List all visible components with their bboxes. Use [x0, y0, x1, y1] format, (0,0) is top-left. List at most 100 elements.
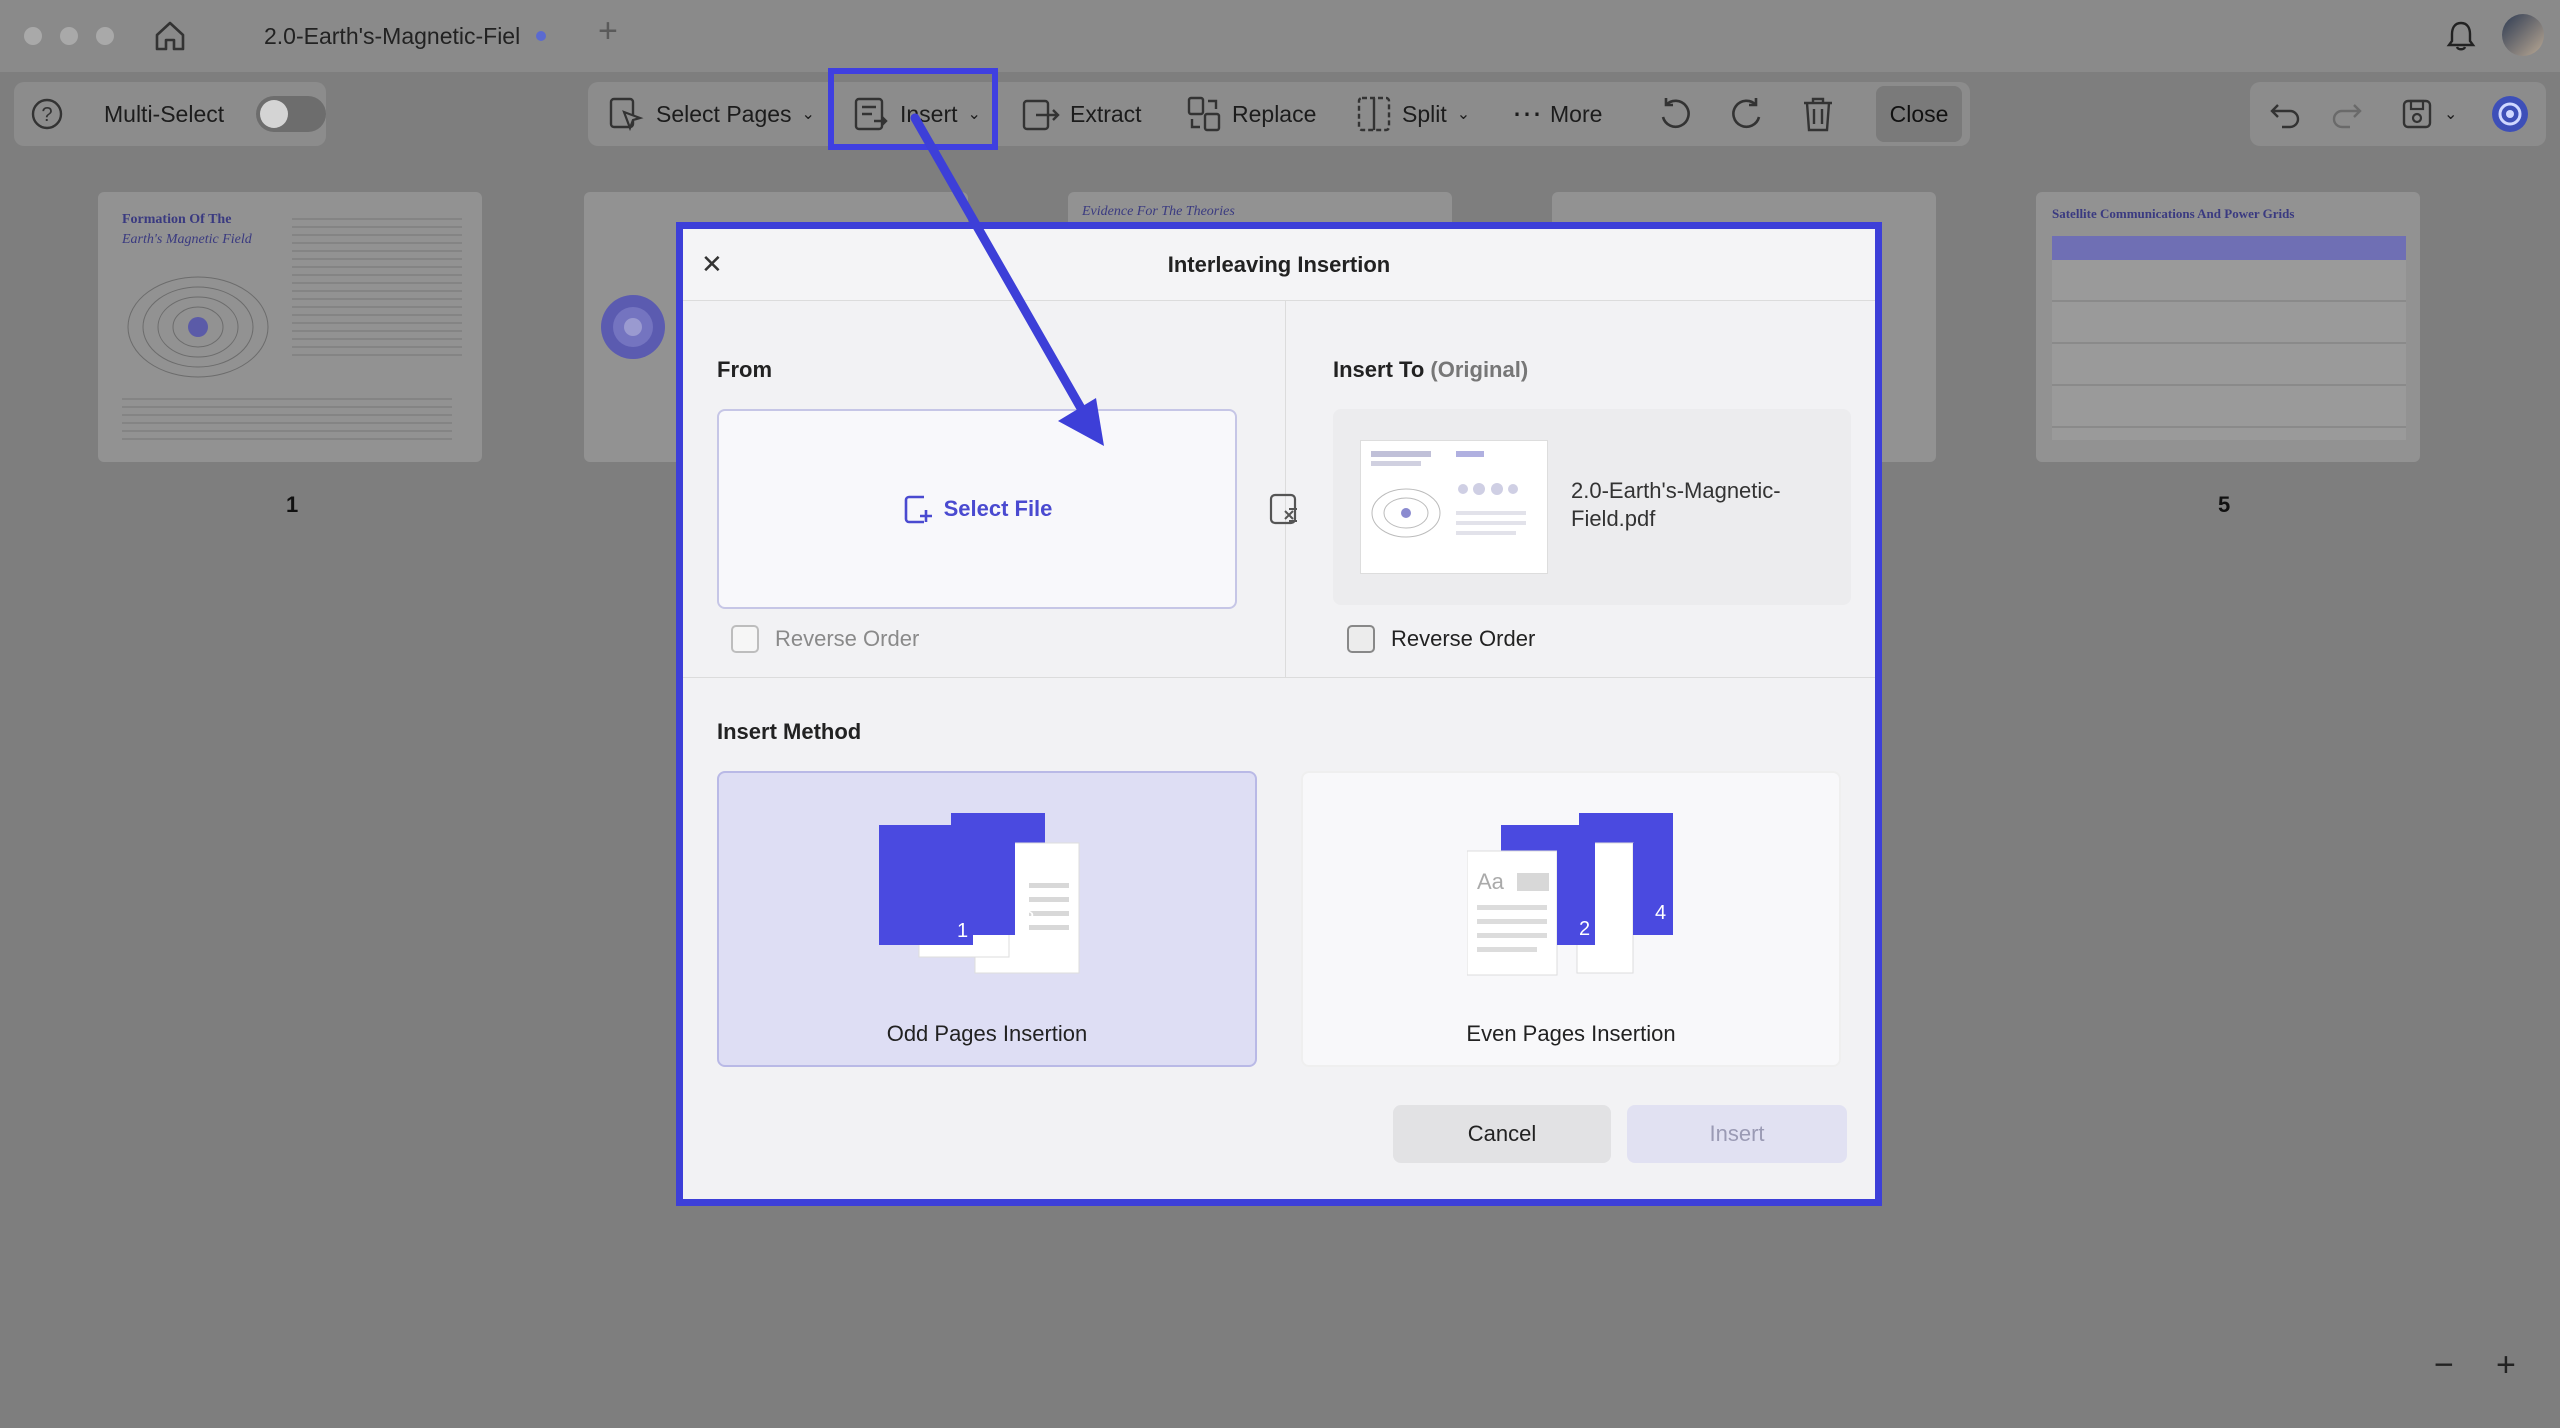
replace-label: Replace — [1232, 100, 1317, 127]
odd-pages-icon: 1 3 — [879, 813, 1080, 974]
reverse-order-right-checkbox[interactable]: Reverse Order — [1347, 625, 1535, 653]
document-tab-title: 2.0-Earth's-Magnetic-Fiel — [264, 22, 521, 49]
page-1-title: Formation Of The — [122, 212, 232, 227]
file-thumbnail — [1361, 441, 1547, 573]
select-pages-icon — [609, 97, 644, 132]
ai-assistant-button[interactable] — [2490, 82, 2530, 146]
from-label: From — [717, 357, 772, 382]
more-label: More — [1550, 100, 1603, 127]
redo-button[interactable] — [2330, 82, 2364, 146]
even-digit-2: 2 — [1579, 918, 1590, 940]
odd-pages-insertion-option[interactable]: 1 3 Odd Pages Insertion — [717, 771, 1257, 1067]
extract-button[interactable]: Extract — [1020, 82, 1142, 146]
split-icon — [1357, 96, 1391, 132]
insert-highlight-box — [828, 68, 998, 150]
page-5-title: Satellite Communications And Power Grids — [2052, 206, 2295, 221]
add-file-icon — [904, 495, 932, 524]
interleaving-insertion-dialog: Interleaving Insertion ✕ From Select Fil… — [676, 222, 1882, 1206]
even-pages-insertion-option[interactable]: Aa 2 4 Even Pages Insertion — [1301, 771, 1841, 1067]
avatar[interactable] — [2502, 14, 2544, 56]
replace-button[interactable]: Replace — [1186, 82, 1316, 146]
new-tab-button[interactable]: + — [598, 12, 618, 51]
target-file-card: 2.0-Earth's-Magnetic-Field.pdf — [1333, 409, 1851, 605]
cancel-button[interactable]: Cancel — [1393, 1105, 1611, 1163]
rotate-left-button[interactable] — [1656, 82, 1694, 146]
odd-pages-label: Odd Pages Insertion — [886, 1021, 1088, 1046]
page-thumbnail-5[interactable]: Satellite Communications And Power Grids — [2036, 192, 2420, 462]
rotate-right-button[interactable] — [1728, 82, 1766, 146]
extract-label: Extract — [1070, 100, 1142, 127]
split-label: Split — [1402, 100, 1447, 127]
home-icon[interactable] — [152, 18, 188, 54]
zoom-out-button[interactable]: − — [2434, 1346, 2454, 1385]
page-5-table-header — [2052, 236, 2406, 260]
checkbox-box[interactable] — [1347, 625, 1375, 653]
page-3-title: Evidence For The Theories — [1082, 204, 1235, 219]
zoom-window-button[interactable] — [96, 27, 114, 45]
delete-button[interactable] — [1800, 82, 1836, 146]
split-button[interactable]: Split ⌄ — [1356, 82, 1470, 146]
ellipsis-icon: ⋯ — [1512, 97, 1542, 131]
multi-select-toggle[interactable]: Multi-Select — [104, 82, 327, 146]
insert-to-note: (Original) — [1430, 357, 1529, 382]
multi-select-label: Multi-Select — [104, 100, 225, 127]
insert-confirm-button[interactable]: Insert — [1627, 1105, 1847, 1163]
section-divider — [683, 677, 1875, 678]
reverse-order-left-label: Reverse Order — [775, 626, 920, 651]
checkbox-box[interactable] — [731, 625, 759, 653]
select-file-label: Select File — [943, 496, 1053, 521]
file-preview-illustration — [1371, 451, 1526, 538]
page-1-text-block-bottom — [122, 392, 452, 442]
odd-digit-3: 3 — [1023, 902, 1034, 924]
replace-icon — [1187, 96, 1221, 132]
save-icon — [2402, 99, 2432, 129]
multi-select-switch[interactable] — [256, 96, 327, 132]
target-file-name: 2.0-Earth's-Magnetic-Field.pdf — [1571, 478, 1781, 531]
page-1-subtitle: Earth's Magnetic Field — [122, 232, 252, 247]
even-pages-icon: Aa 2 4 — [1467, 813, 1673, 976]
insert-method-label: Insert Method — [717, 719, 862, 744]
help-icon: ? — [31, 98, 63, 130]
ai-assistant-icon — [2492, 96, 2528, 132]
page-1-text-block — [292, 212, 462, 362]
close-dialog-icon[interactable]: ✕ — [701, 249, 723, 280]
chevron-down-icon: ⌄ — [801, 106, 815, 123]
unsaved-dot — [536, 31, 547, 41]
earth-layers-illustration — [601, 295, 665, 359]
select-pages-label: Select Pages — [656, 100, 792, 127]
undo-icon — [2270, 104, 2300, 129]
close-window-button[interactable] — [24, 27, 42, 45]
save-button[interactable]: ⌄ — [2400, 82, 2457, 146]
redo-icon — [2332, 104, 2362, 129]
reverse-order-left-checkbox[interactable]: Reverse Order — [731, 625, 919, 653]
even-digit-4: 4 — [1655, 902, 1666, 924]
rotate-right-icon — [1732, 98, 1761, 129]
column-divider — [1285, 301, 1286, 677]
page-number-1: 1 — [286, 492, 299, 517]
rotate-left-icon — [1661, 98, 1690, 129]
bell-icon[interactable] — [2443, 18, 2479, 54]
undo-button[interactable] — [2268, 82, 2302, 146]
even-pages-label: Even Pages Insertion — [1466, 1021, 1676, 1046]
svg-text:?: ? — [41, 104, 52, 126]
magnetic-field-illustration — [127, 276, 269, 378]
document-tab[interactable]: 2.0-Earth's-Magnetic-Fiel — [218, 10, 578, 62]
close-button[interactable]: Close — [1876, 86, 1962, 142]
more-button[interactable]: ⋯ More — [1512, 82, 1602, 146]
chevron-down-icon: ⌄ — [1456, 106, 1471, 123]
reverse-order-right-label: Reverse Order — [1391, 626, 1536, 651]
zoom-in-button[interactable]: + — [2496, 1346, 2516, 1385]
help-button[interactable]: ? — [30, 82, 64, 146]
dialog-title: Interleaving Insertion — [1167, 251, 1391, 277]
dialog-header: Interleaving Insertion — [683, 229, 1875, 301]
minimize-window-button[interactable] — [60, 27, 78, 45]
page-number-5: 5 — [2218, 492, 2231, 517]
title-bar: 2.0-Earth's-Magnetic-Fiel + — [0, 0, 2560, 72]
chevron-down-icon: ⌄ — [2444, 106, 2458, 123]
page-thumbnail-1[interactable]: Formation Of The Earth's Magnetic Field — [98, 192, 482, 462]
even-sample-text: Aa — [1477, 869, 1505, 894]
select-pages-button[interactable]: Select Pages ⌄ — [606, 82, 815, 146]
extract-icon — [1022, 99, 1060, 131]
swap-icon[interactable] — [1267, 491, 1303, 527]
select-file-dropzone[interactable]: Select File — [717, 409, 1237, 609]
